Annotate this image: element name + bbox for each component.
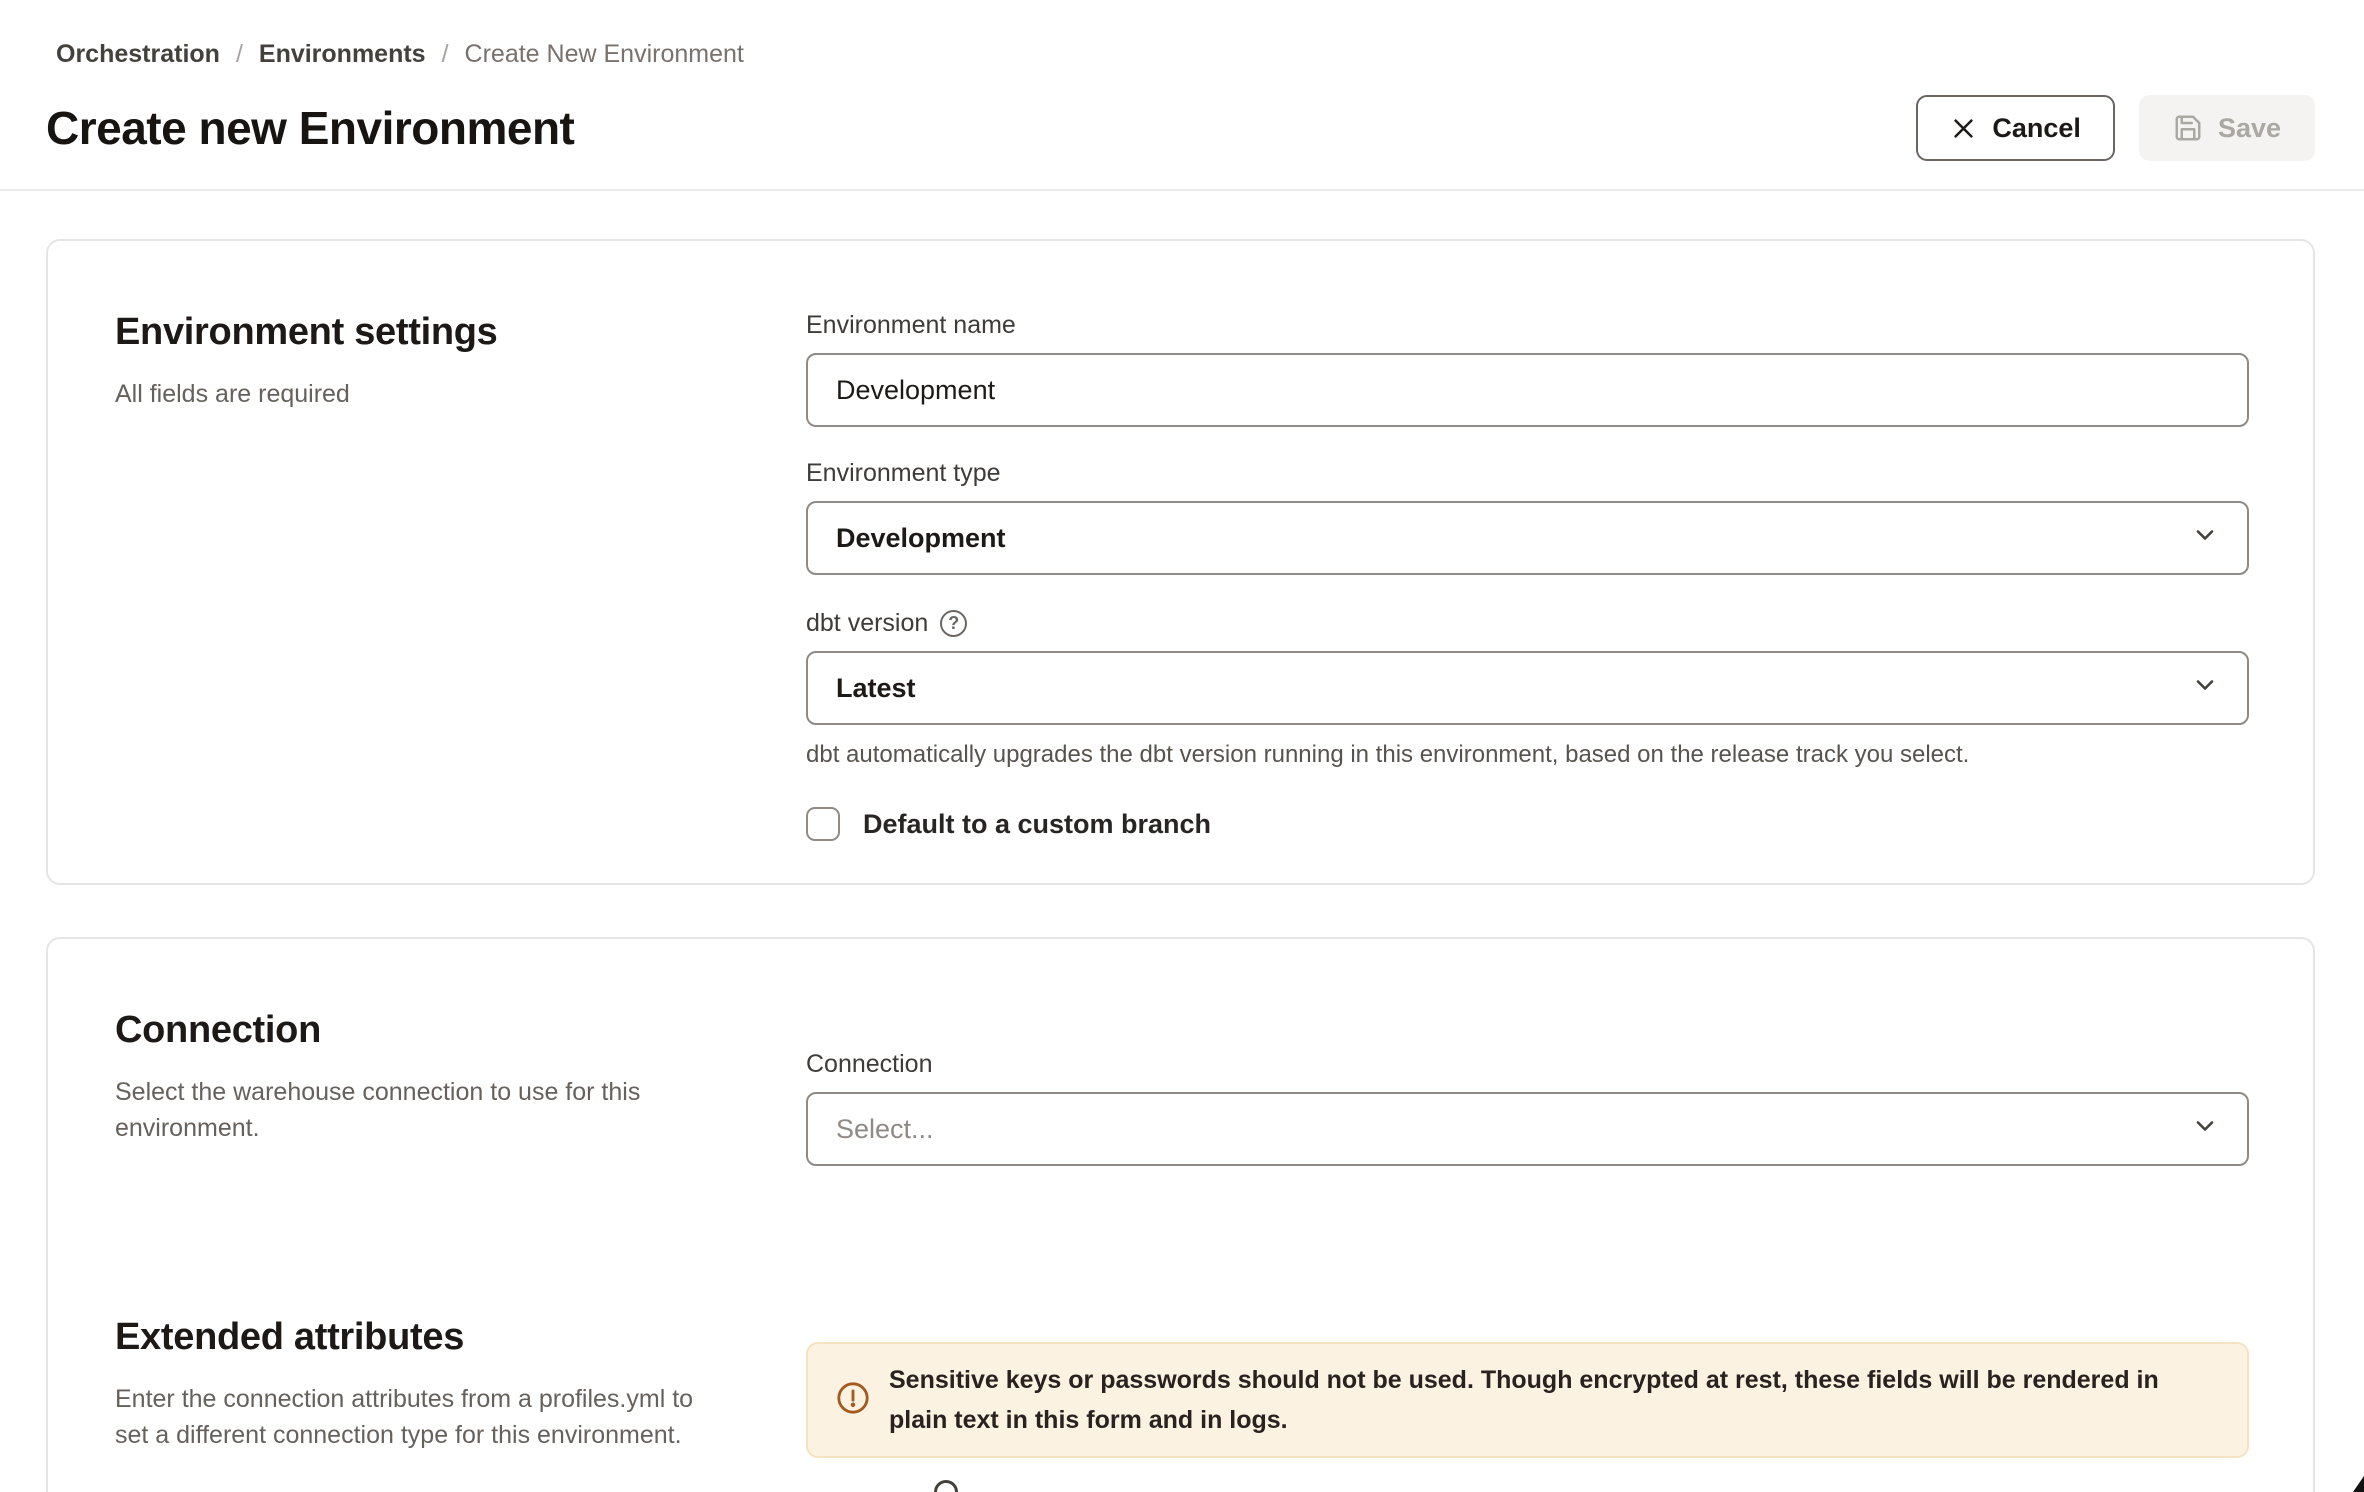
custom-branch-checkbox-label: Default to a custom branch bbox=[863, 809, 1211, 840]
environment-type-select[interactable]: Development bbox=[806, 501, 2249, 575]
save-icon bbox=[2173, 113, 2203, 143]
cancel-button[interactable]: Cancel bbox=[1916, 95, 2115, 161]
custom-branch-checkbox[interactable] bbox=[806, 807, 840, 841]
environment-settings-subheading: All fields are required bbox=[115, 376, 806, 412]
chevron-down-icon bbox=[2191, 671, 2219, 706]
dbt-version-label-row: dbt version ? bbox=[806, 609, 2249, 638]
extended-attributes-description-line: Enter the connection attributes from a p… bbox=[115, 1381, 806, 1417]
breadcrumb-separator: / bbox=[236, 40, 243, 69]
extended-attributes-description-line: set a different connection type for this… bbox=[115, 1417, 806, 1453]
connection-description-line: environment. bbox=[115, 1110, 806, 1146]
environment-name-label: Environment name bbox=[806, 311, 2249, 340]
connection-description-line: Select the warehouse connection to use f… bbox=[115, 1074, 806, 1110]
warning-banner-text: Sensitive keys or passwords should not b… bbox=[889, 1360, 2219, 1440]
breadcrumb-separator: / bbox=[442, 40, 449, 69]
extended-attributes-heading: Extended attributes bbox=[115, 1316, 806, 1359]
save-button[interactable]: Save bbox=[2139, 95, 2315, 161]
connection-heading: Connection bbox=[115, 1009, 806, 1052]
custom-branch-checkbox-row[interactable]: Default to a custom branch bbox=[806, 807, 2249, 841]
environment-type-label: Environment type bbox=[806, 459, 2249, 488]
dbt-version-helper-text: dbt automatically upgrades the dbt versi… bbox=[806, 741, 2249, 769]
close-icon bbox=[1950, 115, 1977, 142]
environment-name-value: Development bbox=[836, 375, 995, 406]
page-header: Create new Environment Cancel Save bbox=[0, 69, 2364, 161]
environment-settings-heading: Environment settings bbox=[115, 311, 806, 354]
header-divider bbox=[0, 189, 2364, 191]
connection-card: Connection Select the warehouse connecti… bbox=[46, 937, 2315, 1492]
alert-circle-icon bbox=[836, 1381, 870, 1420]
breadcrumb-environments[interactable]: Environments bbox=[259, 40, 426, 69]
environment-type-value: Development bbox=[836, 523, 1006, 554]
connection-select[interactable]: Select... bbox=[806, 1092, 2249, 1166]
page-title: Create new Environment bbox=[46, 101, 574, 155]
breadcrumb: Orchestration / Environments / Create Ne… bbox=[0, 0, 2364, 69]
dbt-version-label: dbt version bbox=[806, 609, 928, 638]
chevron-down-icon bbox=[2191, 521, 2219, 556]
environment-settings-card: Environment settings All fields are requ… bbox=[46, 239, 2315, 885]
header-actions: Cancel Save bbox=[1916, 95, 2315, 161]
corner-artifact bbox=[2353, 1476, 2364, 1492]
sensitive-keys-warning-banner: Sensitive keys or passwords should not b… bbox=[806, 1342, 2249, 1458]
breadcrumb-orchestration[interactable]: Orchestration bbox=[56, 40, 220, 69]
environment-name-input[interactable]: Development bbox=[806, 353, 2249, 427]
chevron-down-icon bbox=[2191, 1112, 2219, 1147]
dbt-version-select[interactable]: Latest bbox=[806, 651, 2249, 725]
connection-select-placeholder: Select... bbox=[836, 1114, 934, 1145]
help-icon[interactable]: ? bbox=[940, 610, 967, 637]
breadcrumb-current-page: Create New Environment bbox=[465, 40, 744, 69]
cancel-button-label: Cancel bbox=[1992, 113, 2081, 144]
connection-select-label: Connection bbox=[806, 1050, 2249, 1079]
extended-attributes-description: Enter the connection attributes from a p… bbox=[115, 1381, 806, 1453]
connection-description: Select the warehouse connection to use f… bbox=[115, 1074, 806, 1146]
save-button-label: Save bbox=[2218, 113, 2281, 144]
dbt-version-value: Latest bbox=[836, 673, 916, 704]
